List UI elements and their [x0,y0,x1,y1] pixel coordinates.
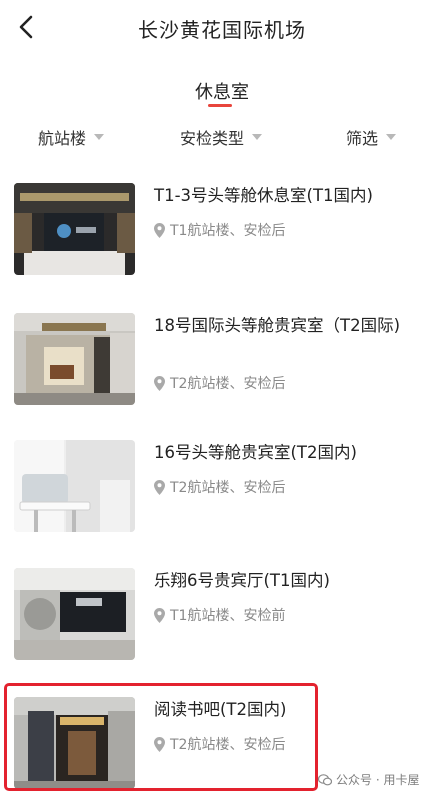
lounge-location-text: T2航站楼、安检后 [170,376,286,392]
filter-more-label: 筛选 [346,129,379,148]
tab-lounge[interactable]: 休息室 [0,78,444,104]
location-pin-icon [154,607,165,623]
filter-security-type-label: 安检类型 [180,129,245,148]
lounge-card[interactable]: 18号国际头等舱贵宾室（T2国际) T2航站楼、安检后 [14,313,434,405]
lounge-location: T1航站楼、安检后 [154,220,285,240]
lounge-photo [14,440,135,532]
location-pin-icon [154,479,165,495]
lounge-location: T2航站楼、安检后 [154,477,285,497]
lounge-name: 16号头等舱贵宾室(T2国内) [154,443,357,462]
location-pin-icon [154,222,165,238]
lounge-photo [14,313,135,405]
watermark: 公众号 · 用卡屋 [318,771,419,788]
location-pin-icon [154,375,165,391]
caret-down-icon [94,134,105,140]
filter-security-type[interactable]: 安检类型 [180,122,263,152]
lounge-photo [14,183,135,275]
lounge-card[interactable]: T1-3号头等舱休息室(T1国内) T1航站楼、安检后 [14,183,434,275]
lounge-location: T2航站楼、安检后 [154,373,285,393]
lounge-name: T1-3号头等舱休息室(T1国内) [154,186,373,205]
lounge-location-text: T1航站楼、安检前 [170,608,286,624]
lounge-name: 18号国际头等舱贵宾室（T2国际) [154,316,401,335]
lounge-photo [14,568,135,660]
caret-down-icon [252,134,263,140]
wechat-icon [318,773,332,786]
lounge-location: T1航站楼、安检前 [154,605,285,625]
lounge-location-text: T2航站楼、安检后 [170,480,286,496]
filter-terminal-label: 航站楼 [38,129,87,148]
highlight-box [4,683,318,791]
lounge-card[interactable]: 乐翔6号贵宾厅(T1国内) T1航站楼、安检前 [14,568,434,660]
top-bar: 长沙黄花国际机场 [0,0,444,56]
lounge-name: 乐翔6号贵宾厅(T1国内) [154,571,330,590]
tab-active-indicator [208,104,232,107]
caret-down-icon [386,134,397,140]
filter-bar: 航站楼 安检类型 筛选 [0,122,444,152]
watermark-text: 公众号 · 用卡屋 [336,773,420,787]
lounge-card[interactable]: 16号头等舱贵宾室(T2国内) T2航站楼、安检后 [14,440,434,532]
filter-terminal[interactable]: 航站楼 [38,122,105,152]
filter-more[interactable]: 筛选 [346,122,397,152]
lounge-location-text: T1航站楼、安检后 [170,223,286,239]
page-title: 长沙黄花国际机场 [138,18,306,42]
